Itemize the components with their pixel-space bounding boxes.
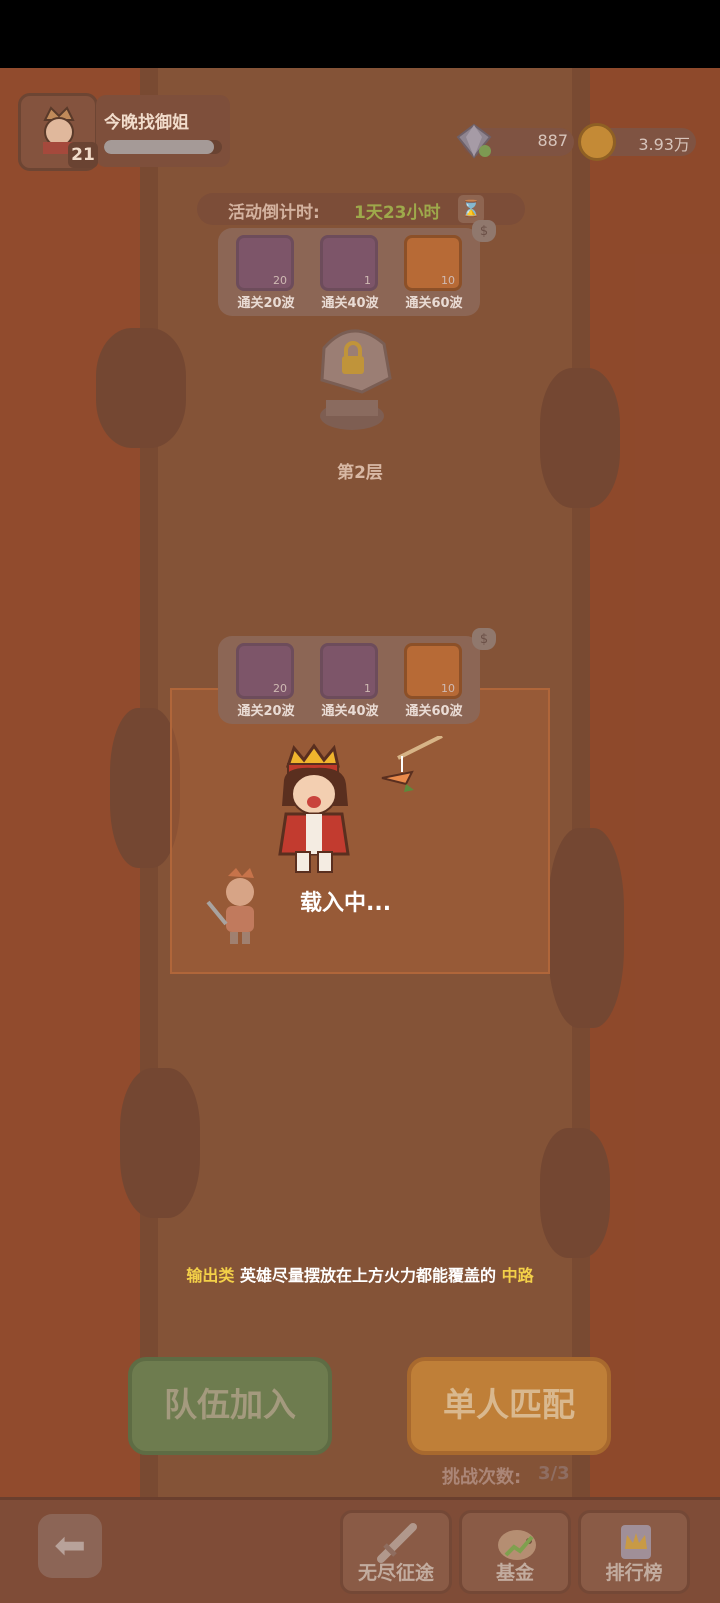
- challenge-count-value: 3/3: [538, 1463, 570, 1484]
- reward-count: 1: [364, 682, 371, 695]
- reward-potion-icon: 1: [320, 235, 378, 291]
- reward-count: 20: [273, 274, 287, 287]
- challenge-count-label: 挑战次数:: [442, 1467, 522, 1488]
- nav-fund-label: 基金: [495, 1562, 534, 1584]
- hint-highlight: 输出类: [186, 1266, 235, 1285]
- reward-potion-icon: 1: [320, 643, 378, 699]
- reward-gem-icon: 20: [236, 235, 294, 291]
- loading-king-character: [278, 736, 443, 873]
- nav-fund-button[interactable]: 基金: [459, 1510, 571, 1594]
- hint-text: 英雄尽量摆放在上方火力都能覆盖的: [234, 1266, 502, 1285]
- player-name: 今晚找御姐: [104, 113, 189, 133]
- reward-count: 20: [273, 682, 287, 695]
- reward-cheese-bag-icon: 10: [404, 643, 462, 699]
- event-countdown-label: 活动倒计时:: [228, 203, 320, 223]
- player-level-badge: 21: [68, 142, 98, 168]
- status-bar: [0, 0, 720, 68]
- reward-label: 通关60波: [405, 296, 463, 311]
- gem-icon: [456, 123, 492, 159]
- locked-floor-statue[interactable]: [304, 318, 400, 436]
- reward-label: 通关40波: [321, 704, 379, 719]
- reward-label: 通关20波: [237, 296, 295, 311]
- gem-amount: 887: [537, 131, 568, 150]
- reward-label: 通关20波: [237, 704, 295, 719]
- nav-endless-label: 无尽征途: [357, 1562, 434, 1584]
- money-bag-icon[interactable]: $: [472, 628, 496, 650]
- floor-2-reward-panel[interactable]: 20 1 10 通关20波 通关40波 通关60波: [218, 228, 480, 316]
- coin-icon: [578, 123, 616, 161]
- floor-1-reward-panel[interactable]: 20 1 10 通关20波 通关40波 通关60波: [218, 636, 480, 724]
- solo-match-button[interactable]: 单人匹配: [407, 1357, 611, 1455]
- hint-highlight: 中路: [501, 1266, 534, 1285]
- team-join-button[interactable]: 队伍加入: [128, 1357, 332, 1455]
- reward-cheese-bag-icon: 10: [404, 235, 462, 291]
- reward-count: 1: [364, 274, 371, 287]
- reward-label: 通关40波: [321, 296, 379, 311]
- placement-hint: 输出类 英雄尽量摆放在上方火力都能覆盖的 中路: [0, 1262, 720, 1286]
- nav-ranking-label: 排行榜: [605, 1562, 663, 1584]
- reward-count: 10: [441, 682, 455, 695]
- loading-text: 载入中...: [300, 891, 392, 916]
- event-countdown-value: 1天23小时: [354, 203, 441, 223]
- nav-endless-button[interactable]: 无尽征途: [340, 1510, 452, 1594]
- back-arrow-icon[interactable]: ⬅: [38, 1514, 102, 1578]
- hourglass-icon[interactable]: ⌛: [458, 195, 484, 223]
- hero-character-icon: [206, 868, 254, 944]
- reward-label: 通关60波: [405, 704, 463, 719]
- coin-amount: 3.93万: [638, 135, 690, 154]
- floor-2-label: 第2层: [337, 463, 383, 483]
- player-exp-fill: [104, 140, 214, 154]
- player-exp-bar: [104, 140, 222, 154]
- money-bag-icon[interactable]: $: [472, 220, 496, 242]
- reward-count: 10: [441, 274, 455, 287]
- reward-gem-icon: 20: [236, 643, 294, 699]
- nav-ranking-button[interactable]: 排行榜: [578, 1510, 690, 1594]
